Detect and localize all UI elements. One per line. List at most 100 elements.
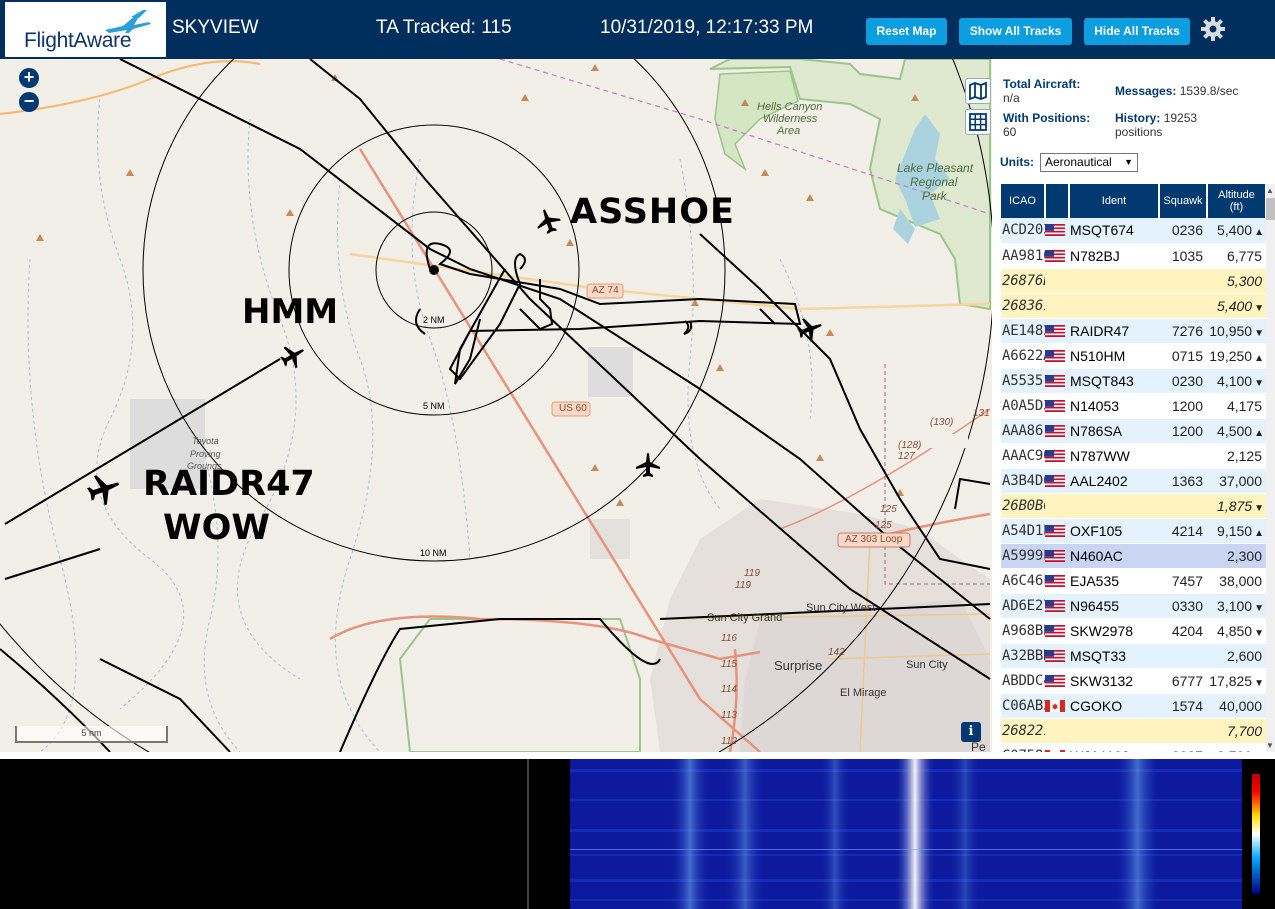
flightaware-logo[interactable]: FlightAware: [5, 2, 166, 57]
ident-cell: N510HM: [1069, 343, 1159, 369]
annotation-wow: WOW: [163, 508, 270, 548]
altitude-cell: 9,150 ▲: [1207, 518, 1266, 544]
units-label: Units:: [1000, 155, 1034, 169]
aircraft-row[interactable]: A54D1EOXF10542149,150▲: [1001, 518, 1266, 544]
us-flag-icon: [1045, 649, 1065, 662]
aircraft-row[interactable]: 26876B 5,300: [1001, 268, 1266, 294]
us-flag-icon: [1045, 374, 1065, 387]
aircraft-row[interactable]: 268361 5,400▼: [1001, 293, 1266, 319]
altitude-cell: 5,400 ▲: [1207, 218, 1266, 244]
scrollbar-thumb[interactable]: [1266, 198, 1275, 220]
aircraft-row[interactable]: AA9816 N782BJ1035 6,775: [1001, 243, 1266, 269]
squawk-cell: 0236: [1159, 218, 1207, 244]
column-header-altitude[interactable]: Altitude (ft): [1207, 184, 1267, 218]
aircraft-row[interactable]: 26B0BC 1,875▼: [1001, 493, 1266, 519]
aircraft-row[interactable]: AAAC90 N787WW 2,125: [1001, 443, 1266, 469]
icao-cell: 268361: [1001, 293, 1045, 319]
ident-cell: MSQT674: [1069, 218, 1159, 244]
icao-cell: AD6E27: [1001, 593, 1045, 619]
altitude-cell: 2,700▼: [1207, 743, 1266, 752]
aircraft-table-body: ACD203MSQT67402365,400▲AA9816N782BJ10356…: [1001, 218, 1266, 752]
us-flag-icon: [1045, 674, 1065, 687]
label-proving: Proving: [190, 449, 221, 459]
road-num-112: 112: [721, 736, 737, 747]
zoom-in-button[interactable]: +: [19, 68, 39, 88]
column-header-flag[interactable]: [1045, 184, 1070, 218]
altitude-value: 37,000: [1219, 472, 1262, 489]
with-positions-stat: With Positions: 60: [1003, 111, 1090, 139]
ring-5nm-label: 5 NM: [423, 401, 445, 411]
label-toyota: Toyota: [192, 436, 219, 446]
aircraft-row[interactable]: AD6E27N9645503303,100▼: [1001, 593, 1266, 619]
us-flag-icon: [1045, 224, 1065, 237]
squawk-cell: [1159, 268, 1207, 294]
scroll-down-icon[interactable]: ▼: [1266, 741, 1274, 750]
grid-toggle-button[interactable]: [965, 109, 991, 135]
squawk-cell: 1363: [1159, 468, 1207, 494]
squawk-cell: 0230: [1159, 368, 1207, 394]
column-header-squawk[interactable]: Squawk: [1159, 184, 1208, 218]
squawk-cell: 7276: [1159, 318, 1207, 344]
history-value: 19253: [1163, 111, 1198, 125]
altitude-cell: 5,300: [1207, 268, 1266, 294]
map-view[interactable]: + − Hells Canyon Wilderness Area Lake Pl…: [0, 59, 992, 752]
aircraft-row[interactable]: AE1482 RAIDR47727610,950▼: [1001, 318, 1266, 344]
ident-cell: [1069, 293, 1159, 319]
aircraft-row[interactable]: A6622A N510HM071519,250▲: [1001, 343, 1266, 369]
aircraft-row[interactable]: ACD203MSQT67402365,400▲: [1001, 218, 1266, 244]
aircraft-row[interactable]: A55351MSQT84302304,100▼: [1001, 368, 1266, 394]
us-flag-icon: [1045, 624, 1065, 637]
column-header-ident[interactable]: Ident: [1069, 184, 1160, 218]
aircraft-row[interactable]: C06AB3 CGOKO1574 40,000: [1001, 693, 1266, 719]
trend-icon: ▼: [1254, 327, 1264, 339]
altitude-cell: 17,825 ▼: [1207, 668, 1266, 694]
gear-icon[interactable]: [1199, 15, 1227, 43]
info-button[interactable]: i: [961, 722, 981, 742]
squawk-cell: 4204: [1159, 618, 1207, 644]
zoom-out-button[interactable]: −: [19, 92, 39, 112]
altitude-unit: (ft): [1229, 201, 1244, 213]
with-positions-label: With Positions:: [1003, 111, 1091, 125]
icao-cell: A5999E: [1001, 543, 1045, 569]
ident-cell: N460AC: [1069, 543, 1159, 569]
altitude-value: 4,100: [1217, 372, 1253, 389]
squawk-cell: [1159, 543, 1207, 569]
total-aircraft-value: n/a: [1003, 91, 1020, 105]
icao-cell: A32BBD: [1001, 643, 1045, 669]
trend-icon: ▼: [1254, 502, 1264, 514]
bottom-left-panel: [0, 759, 527, 909]
us-flag-icon: [1045, 324, 1065, 337]
altitude-value: 4,500: [1217, 422, 1253, 439]
squawk-cell: 6777: [1159, 668, 1207, 694]
aircraft-row[interactable]: A968BBSKW297842044,850▼: [1001, 618, 1266, 644]
table-scrollbar[interactable]: ▲ ▼: [1266, 184, 1275, 752]
scroll-up-icon[interactable]: ▲: [1266, 186, 1274, 195]
map-layers-button[interactable]: [965, 78, 991, 104]
altitude-value: 5,400: [1217, 297, 1253, 314]
units-select[interactable]: Aeronautical ▼: [1040, 153, 1138, 172]
hide-all-tracks-button[interactable]: Hide All Tracks: [1084, 18, 1190, 45]
aircraft-row[interactable]: ABDDC4 SKW3132677717,825▼: [1001, 668, 1266, 694]
aircraft-row[interactable]: 268221 7,700: [1001, 718, 1266, 744]
aircraft-row[interactable]: AAA861N786SA12004,500▲: [1001, 418, 1266, 444]
aircraft-row[interactable]: A3B4D6 AAL24021363 37,000: [1001, 468, 1266, 494]
label-sun-city-west: Sun City West: [806, 602, 876, 614]
bottom-separator: [527, 759, 540, 909]
label-us60: US 60: [559, 403, 587, 414]
aircraft-row[interactable]: A0A5D3 N140531200 4,175: [1001, 393, 1266, 419]
aircraft-row[interactable]: A5999E N460AC 2,300: [1001, 543, 1266, 569]
aircraft-row[interactable]: A32BBD MSQT33 2,600: [1001, 643, 1266, 669]
reset-map-button[interactable]: Reset Map: [866, 18, 947, 45]
show-all-tracks-button[interactable]: Show All Tracks: [959, 18, 1072, 45]
logo-text: FlightAware: [24, 29, 132, 52]
altitude-cell: 1,875 ▼: [1207, 493, 1266, 519]
aircraft-row[interactable]: C07580 WJA119823272,700▼: [1001, 743, 1266, 752]
aircraft-row[interactable]: A6C46F EJA5357457 38,000: [1001, 568, 1266, 594]
icao-cell: A968BB: [1001, 618, 1045, 644]
column-header-icao[interactable]: ICAO: [1001, 184, 1046, 218]
ident-cell: [1069, 493, 1159, 519]
altitude-cell: 5,400 ▼: [1207, 293, 1266, 319]
altitude-value: 1,875: [1217, 497, 1253, 514]
altitude-cell: 10,950 ▼: [1207, 318, 1266, 344]
ident-cell: N786SA: [1069, 418, 1159, 444]
